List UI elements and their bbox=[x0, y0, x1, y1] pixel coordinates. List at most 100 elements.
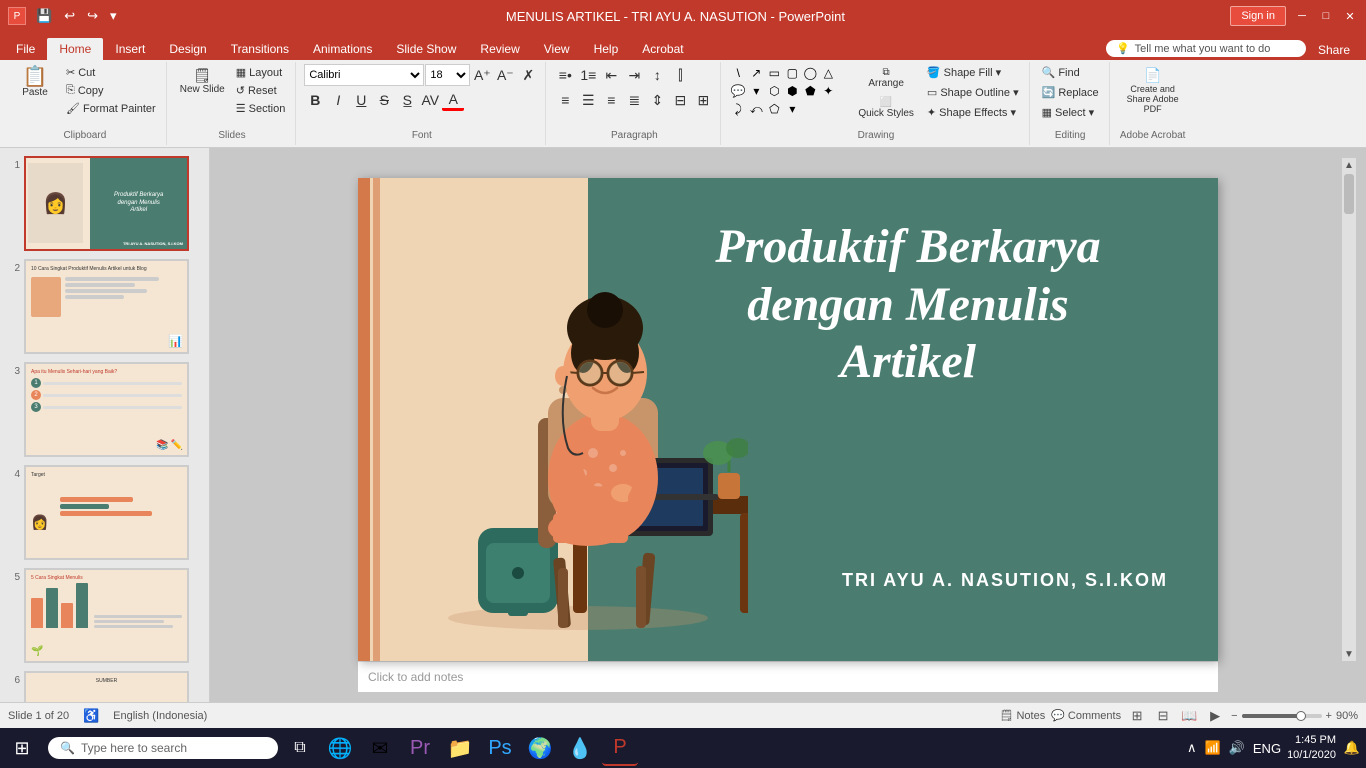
customize-button[interactable]: ▾ bbox=[106, 6, 121, 26]
slide-img-4[interactable]: Target 👩 bbox=[24, 465, 189, 560]
quick-styles-button[interactable]: ⬜ Quick Styles bbox=[853, 94, 919, 122]
triangle-shape[interactable]: △ bbox=[819, 64, 837, 82]
font-size-select[interactable]: 18 bbox=[425, 64, 470, 86]
undo-button[interactable]: ↩ bbox=[60, 6, 79, 26]
slide-img-6[interactable]: SUMBER bbox=[24, 671, 189, 702]
tab-view[interactable]: View bbox=[532, 38, 582, 60]
strikethrough-button[interactable]: S bbox=[373, 89, 395, 111]
tab-insert[interactable]: Insert bbox=[103, 38, 157, 60]
align-right-button[interactable]: ≡ bbox=[600, 89, 622, 111]
zoom-slider[interactable] bbox=[1242, 714, 1322, 718]
notes-button[interactable]: 🗒 Notes bbox=[999, 709, 1045, 722]
scroll-thumb[interactable] bbox=[1344, 174, 1354, 214]
tell-me-bar[interactable]: 💡 Tell me what you want to do bbox=[1106, 40, 1306, 57]
tray-up-icon[interactable]: ∧ bbox=[1187, 740, 1197, 756]
tab-animations[interactable]: Animations bbox=[301, 38, 384, 60]
arrange-button[interactable]: ⧉ Arrange bbox=[853, 64, 919, 92]
bold-button[interactable]: B bbox=[304, 89, 326, 111]
shape6[interactable]: ⤸ bbox=[729, 100, 747, 118]
tab-home[interactable]: Home bbox=[47, 38, 103, 60]
slide-sorter-button[interactable]: ⊟ bbox=[1153, 706, 1173, 726]
zoom-in-button[interactable]: + bbox=[1326, 710, 1332, 722]
new-slide-button[interactable]: 🗒 New Slide bbox=[175, 64, 230, 98]
align-center-button[interactable]: ☰ bbox=[577, 89, 599, 111]
replace-button[interactable]: 🔄 Replace bbox=[1038, 84, 1103, 101]
layout-button[interactable]: ▦ Layout bbox=[232, 64, 290, 81]
tab-file[interactable]: File bbox=[4, 38, 47, 60]
slide-thumbnail-5[interactable]: 5 5 Cara Singkat Menulis bbox=[4, 566, 205, 665]
rect-shape[interactable]: ▭ bbox=[765, 64, 783, 82]
align-text-button[interactable]: ⊟ bbox=[669, 89, 691, 111]
slideshow-button[interactable]: ▶ bbox=[1205, 706, 1225, 726]
slide-thumbnail-2[interactable]: 2 10 Cara Singkat Produktif Menulis Arti… bbox=[4, 257, 205, 356]
shape8[interactable]: ⬠ bbox=[765, 100, 783, 118]
redo-button[interactable]: ↪ bbox=[83, 6, 102, 26]
slide-img-2[interactable]: 10 Cara Singkat Produktif Menulis Artike… bbox=[24, 259, 189, 354]
chrome-app[interactable]: 🌐 bbox=[322, 730, 358, 766]
slide-notes[interactable]: Click to add notes bbox=[358, 661, 1218, 692]
photoshop-app[interactable]: Ps bbox=[482, 730, 518, 766]
format-painter-button[interactable]: 🖌 Format Painter bbox=[62, 100, 160, 117]
slide-thumbnail-1[interactable]: 1 Produktif Berkaryadengan MenulisArtike… bbox=[4, 154, 205, 253]
paint-app[interactable]: 💧 bbox=[562, 730, 598, 766]
reading-view-button[interactable]: 📖 bbox=[1179, 706, 1199, 726]
premiere-app[interactable]: Pr bbox=[402, 730, 438, 766]
line-shape[interactable]: \ bbox=[729, 64, 747, 82]
shape5[interactable]: ✦ bbox=[819, 82, 837, 100]
accessibility-icon[interactable]: ♿ bbox=[81, 706, 101, 726]
tab-transitions[interactable]: Transitions bbox=[219, 38, 301, 60]
volume-icon[interactable]: 🔊 bbox=[1229, 740, 1245, 756]
find-button[interactable]: 🔍 Find bbox=[1038, 64, 1084, 81]
slide-img-5[interactable]: 5 Cara Singkat Menulis 🌱 bbox=[24, 568, 189, 663]
numbering-button[interactable]: 1≡ bbox=[577, 64, 599, 86]
close-button[interactable]: ✕ bbox=[1342, 8, 1358, 24]
more-shapes[interactable]: ▾ bbox=[747, 82, 765, 100]
vertical-scrollbar[interactable]: ▲ ▼ bbox=[1342, 158, 1356, 661]
decrease-indent-button[interactable]: ⇤ bbox=[600, 64, 622, 86]
expand-shapes[interactable]: ▾ bbox=[783, 100, 801, 118]
smartart-button[interactable]: ⊞ bbox=[692, 89, 714, 111]
tab-acrobat[interactable]: Acrobat bbox=[630, 38, 695, 60]
shape-effects-button[interactable]: ✦ Shape Effects ▾ bbox=[923, 104, 1023, 121]
comments-button[interactable]: 💬 Comments bbox=[1051, 709, 1121, 722]
align-left-button[interactable]: ≡ bbox=[554, 89, 576, 111]
text-shadow-button[interactable]: S̲ bbox=[396, 89, 418, 111]
browser2-app[interactable]: 🌍 bbox=[522, 730, 558, 766]
save-button[interactable]: 💾 bbox=[32, 6, 56, 26]
char-spacing-button[interactable]: AV bbox=[419, 89, 441, 111]
normal-view-button[interactable]: ⊞ bbox=[1127, 706, 1147, 726]
create-pdf-button[interactable]: 📄 Create and Share Adobe PDF bbox=[1118, 64, 1188, 117]
sign-in-button[interactable]: Sign in bbox=[1230, 6, 1286, 26]
share-button[interactable]: Share bbox=[1306, 43, 1362, 57]
shape4[interactable]: ⬟ bbox=[801, 82, 819, 100]
notification-button[interactable]: 🔔 bbox=[1342, 738, 1362, 758]
tab-review[interactable]: Review bbox=[468, 38, 531, 60]
powerpoint-app[interactable]: P bbox=[602, 730, 638, 766]
shape7[interactable]: ⤺ bbox=[747, 100, 765, 118]
paste-button[interactable]: 📋 Paste bbox=[10, 64, 60, 101]
arrow-shape[interactable]: ↗ bbox=[747, 64, 765, 82]
section-button[interactable]: ☰ Section bbox=[232, 100, 290, 117]
task-view-button[interactable]: ⧉ bbox=[282, 730, 318, 766]
minimize-button[interactable]: ─ bbox=[1294, 8, 1310, 24]
underline-button[interactable]: U bbox=[350, 89, 372, 111]
slide-img-1[interactable]: Produktif Berkaryadengan MenulisArtikel … bbox=[24, 156, 189, 251]
tab-design[interactable]: Design bbox=[157, 38, 218, 60]
zoom-out-button[interactable]: − bbox=[1231, 710, 1237, 722]
maximize-button[interactable]: □ bbox=[1318, 8, 1334, 24]
increase-font-button[interactable]: A⁺ bbox=[471, 64, 493, 86]
slide-canvas[interactable]: Produktif Berkarya dengan Menulis Artike… bbox=[358, 178, 1218, 661]
scroll-down-arrow[interactable]: ▼ bbox=[1342, 647, 1356, 661]
round-rect-shape[interactable]: ▢ bbox=[783, 64, 801, 82]
italic-button[interactable]: I bbox=[327, 89, 349, 111]
taskbar-search[interactable]: 🔍 Type here to search bbox=[48, 737, 278, 759]
start-button[interactable]: ⊞ bbox=[4, 730, 40, 766]
language-tray[interactable]: ENG bbox=[1253, 741, 1281, 756]
decrease-font-button[interactable]: A⁻ bbox=[494, 64, 516, 86]
columns-button[interactable]: ⫿ bbox=[669, 64, 691, 86]
bullets-button[interactable]: ≡• bbox=[554, 64, 576, 86]
slide-thumbnail-4[interactable]: 4 Target 👩 bbox=[4, 463, 205, 562]
oval-shape[interactable]: ◯ bbox=[801, 64, 819, 82]
network-icon[interactable]: 📶 bbox=[1205, 740, 1221, 756]
shape3[interactable]: ⬢ bbox=[783, 82, 801, 100]
